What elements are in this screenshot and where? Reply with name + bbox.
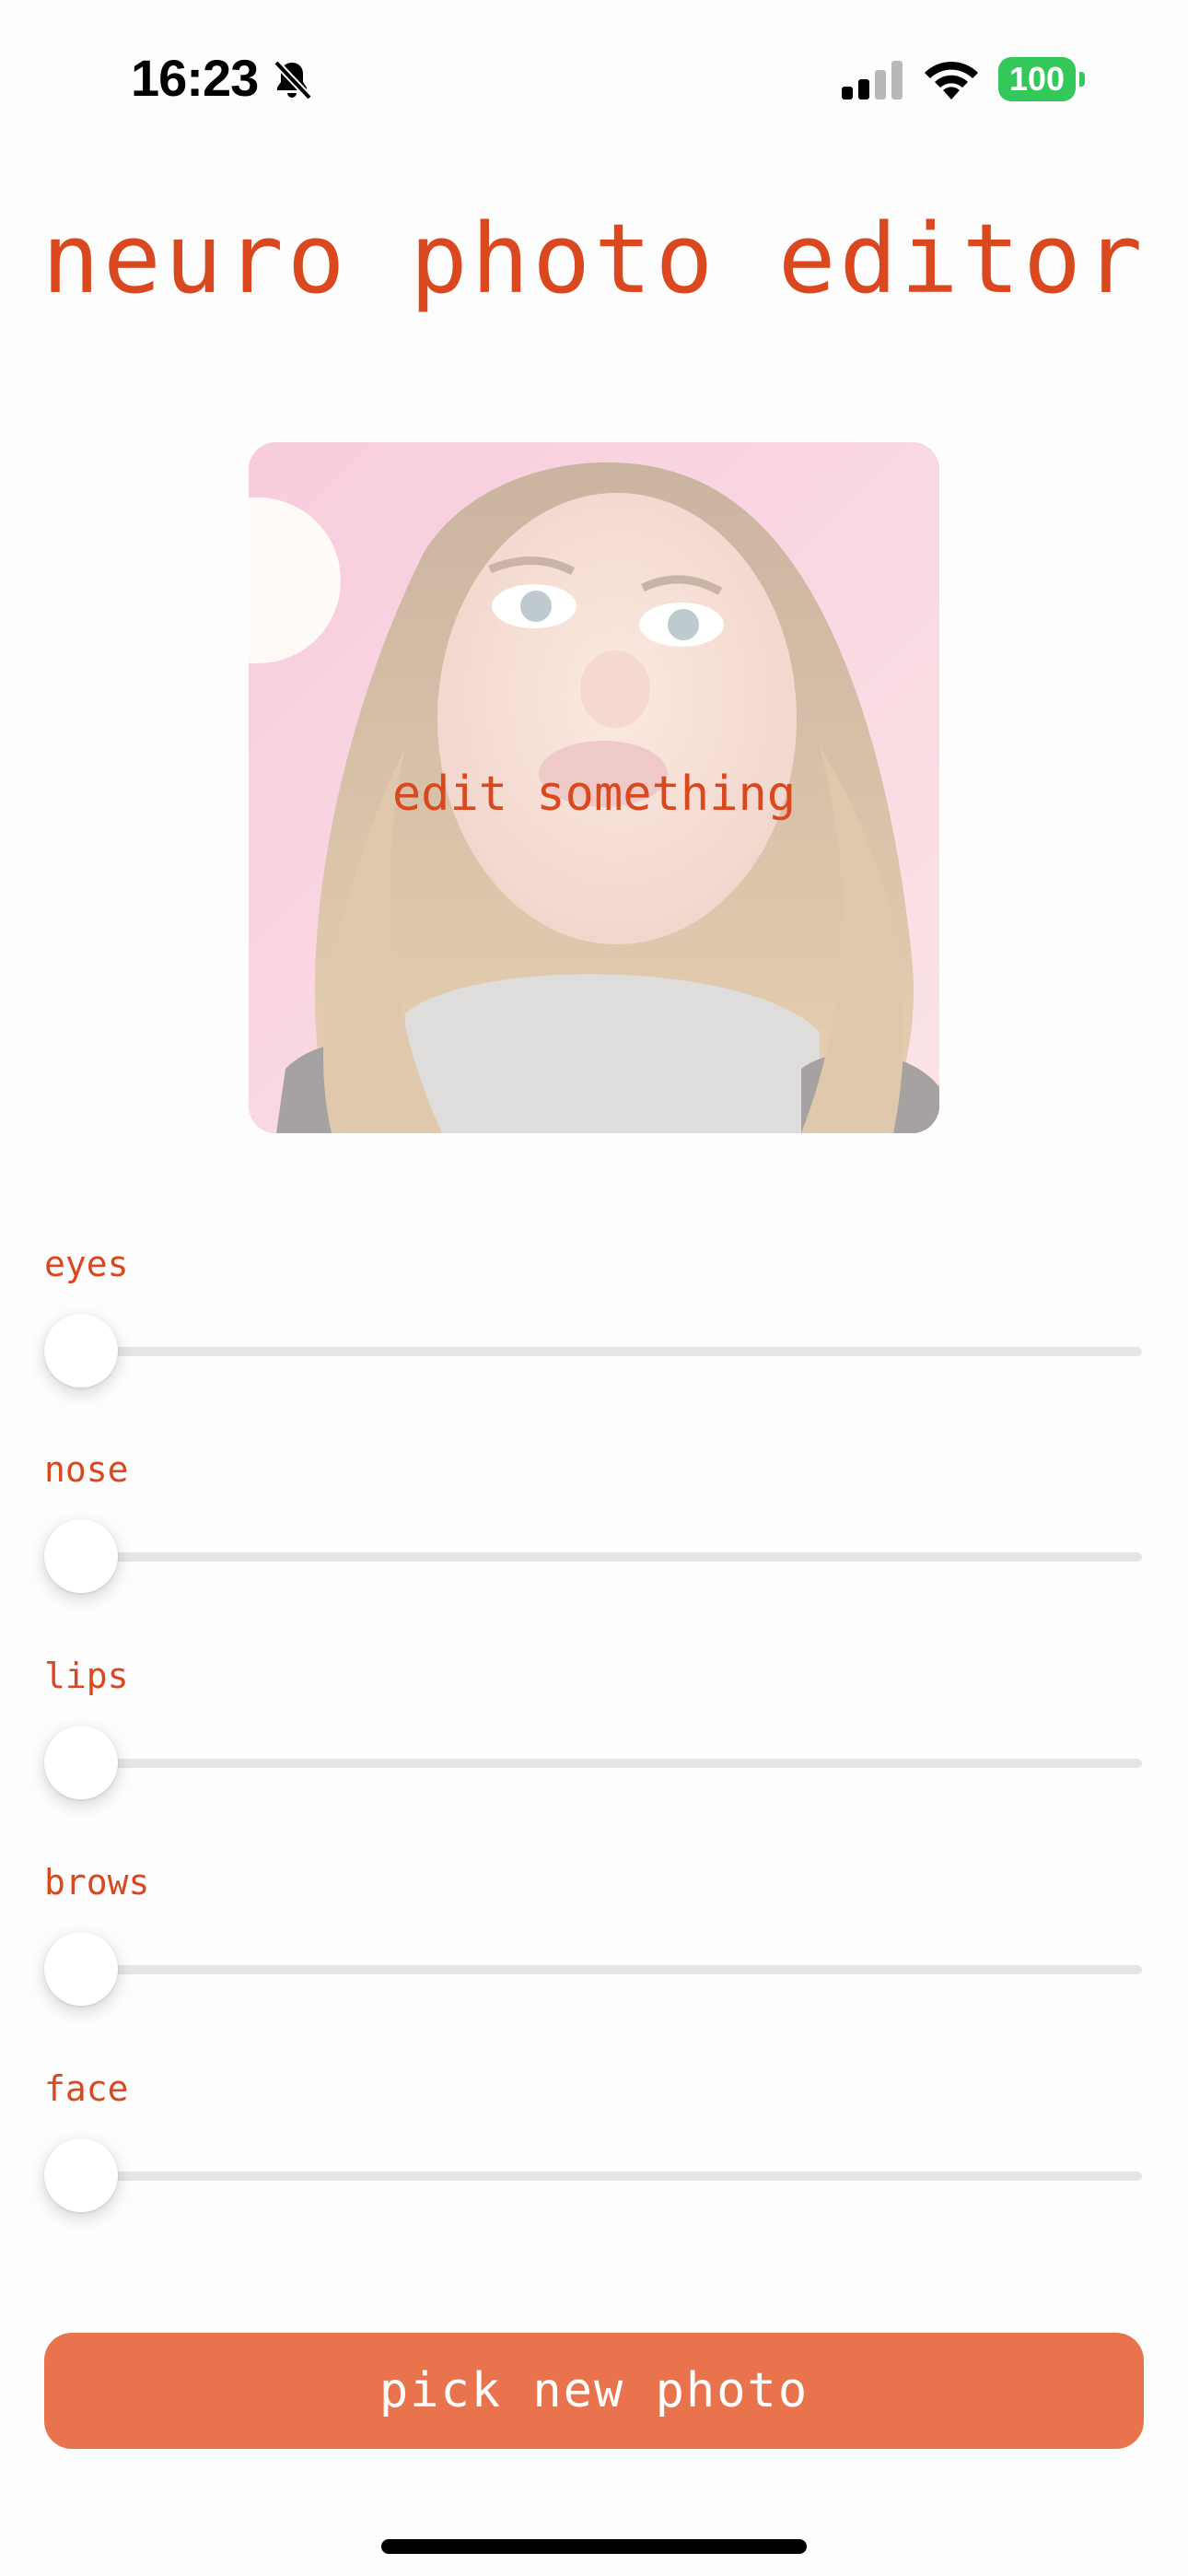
slider-eyes: eyes [44,1244,1142,1419]
slider-track[interactable] [44,1759,1142,1768]
slider-thumb[interactable] [44,2138,118,2212]
slider-brows: brows [44,1862,1142,2037]
cellular-signal-icon [840,61,904,100]
status-bar: 16:23 100 [0,0,1188,157]
slider-thumb[interactable] [44,1314,118,1388]
slider-thumb[interactable] [44,1932,118,2006]
bell-slash-icon [269,57,315,103]
slider-label: eyes [44,1244,129,1284]
slider-lips: lips [44,1656,1142,1831]
status-time: 16:23 [131,49,259,107]
slider-track[interactable] [44,1552,1142,1562]
page-title: neuro photo editor [41,203,1147,315]
home-indicator[interactable] [381,2539,807,2554]
slider-label: face [44,2068,129,2109]
photo-caption: edit something [391,767,797,822]
slider-track[interactable] [44,2172,1142,2181]
slider-nose: nose [44,1449,1142,1624]
slider-thumb[interactable] [44,1726,118,1799]
slider-label: brows [44,1862,150,1903]
slider-track[interactable] [44,1965,1142,1974]
slider-thumb[interactable] [44,1519,118,1593]
slider-label: lips [44,1656,129,1696]
slider-track[interactable] [44,1347,1142,1356]
battery-level: 100 [998,57,1076,101]
battery-indicator: 100 [998,57,1085,101]
slider-face: face [44,2068,1142,2243]
wifi-icon [921,57,982,101]
photo-preview[interactable]: edit something [249,442,939,1133]
pick-new-photo-button[interactable]: pick new photo [44,2333,1144,2449]
slider-label: nose [44,1449,129,1490]
battery-tip [1079,72,1085,87]
